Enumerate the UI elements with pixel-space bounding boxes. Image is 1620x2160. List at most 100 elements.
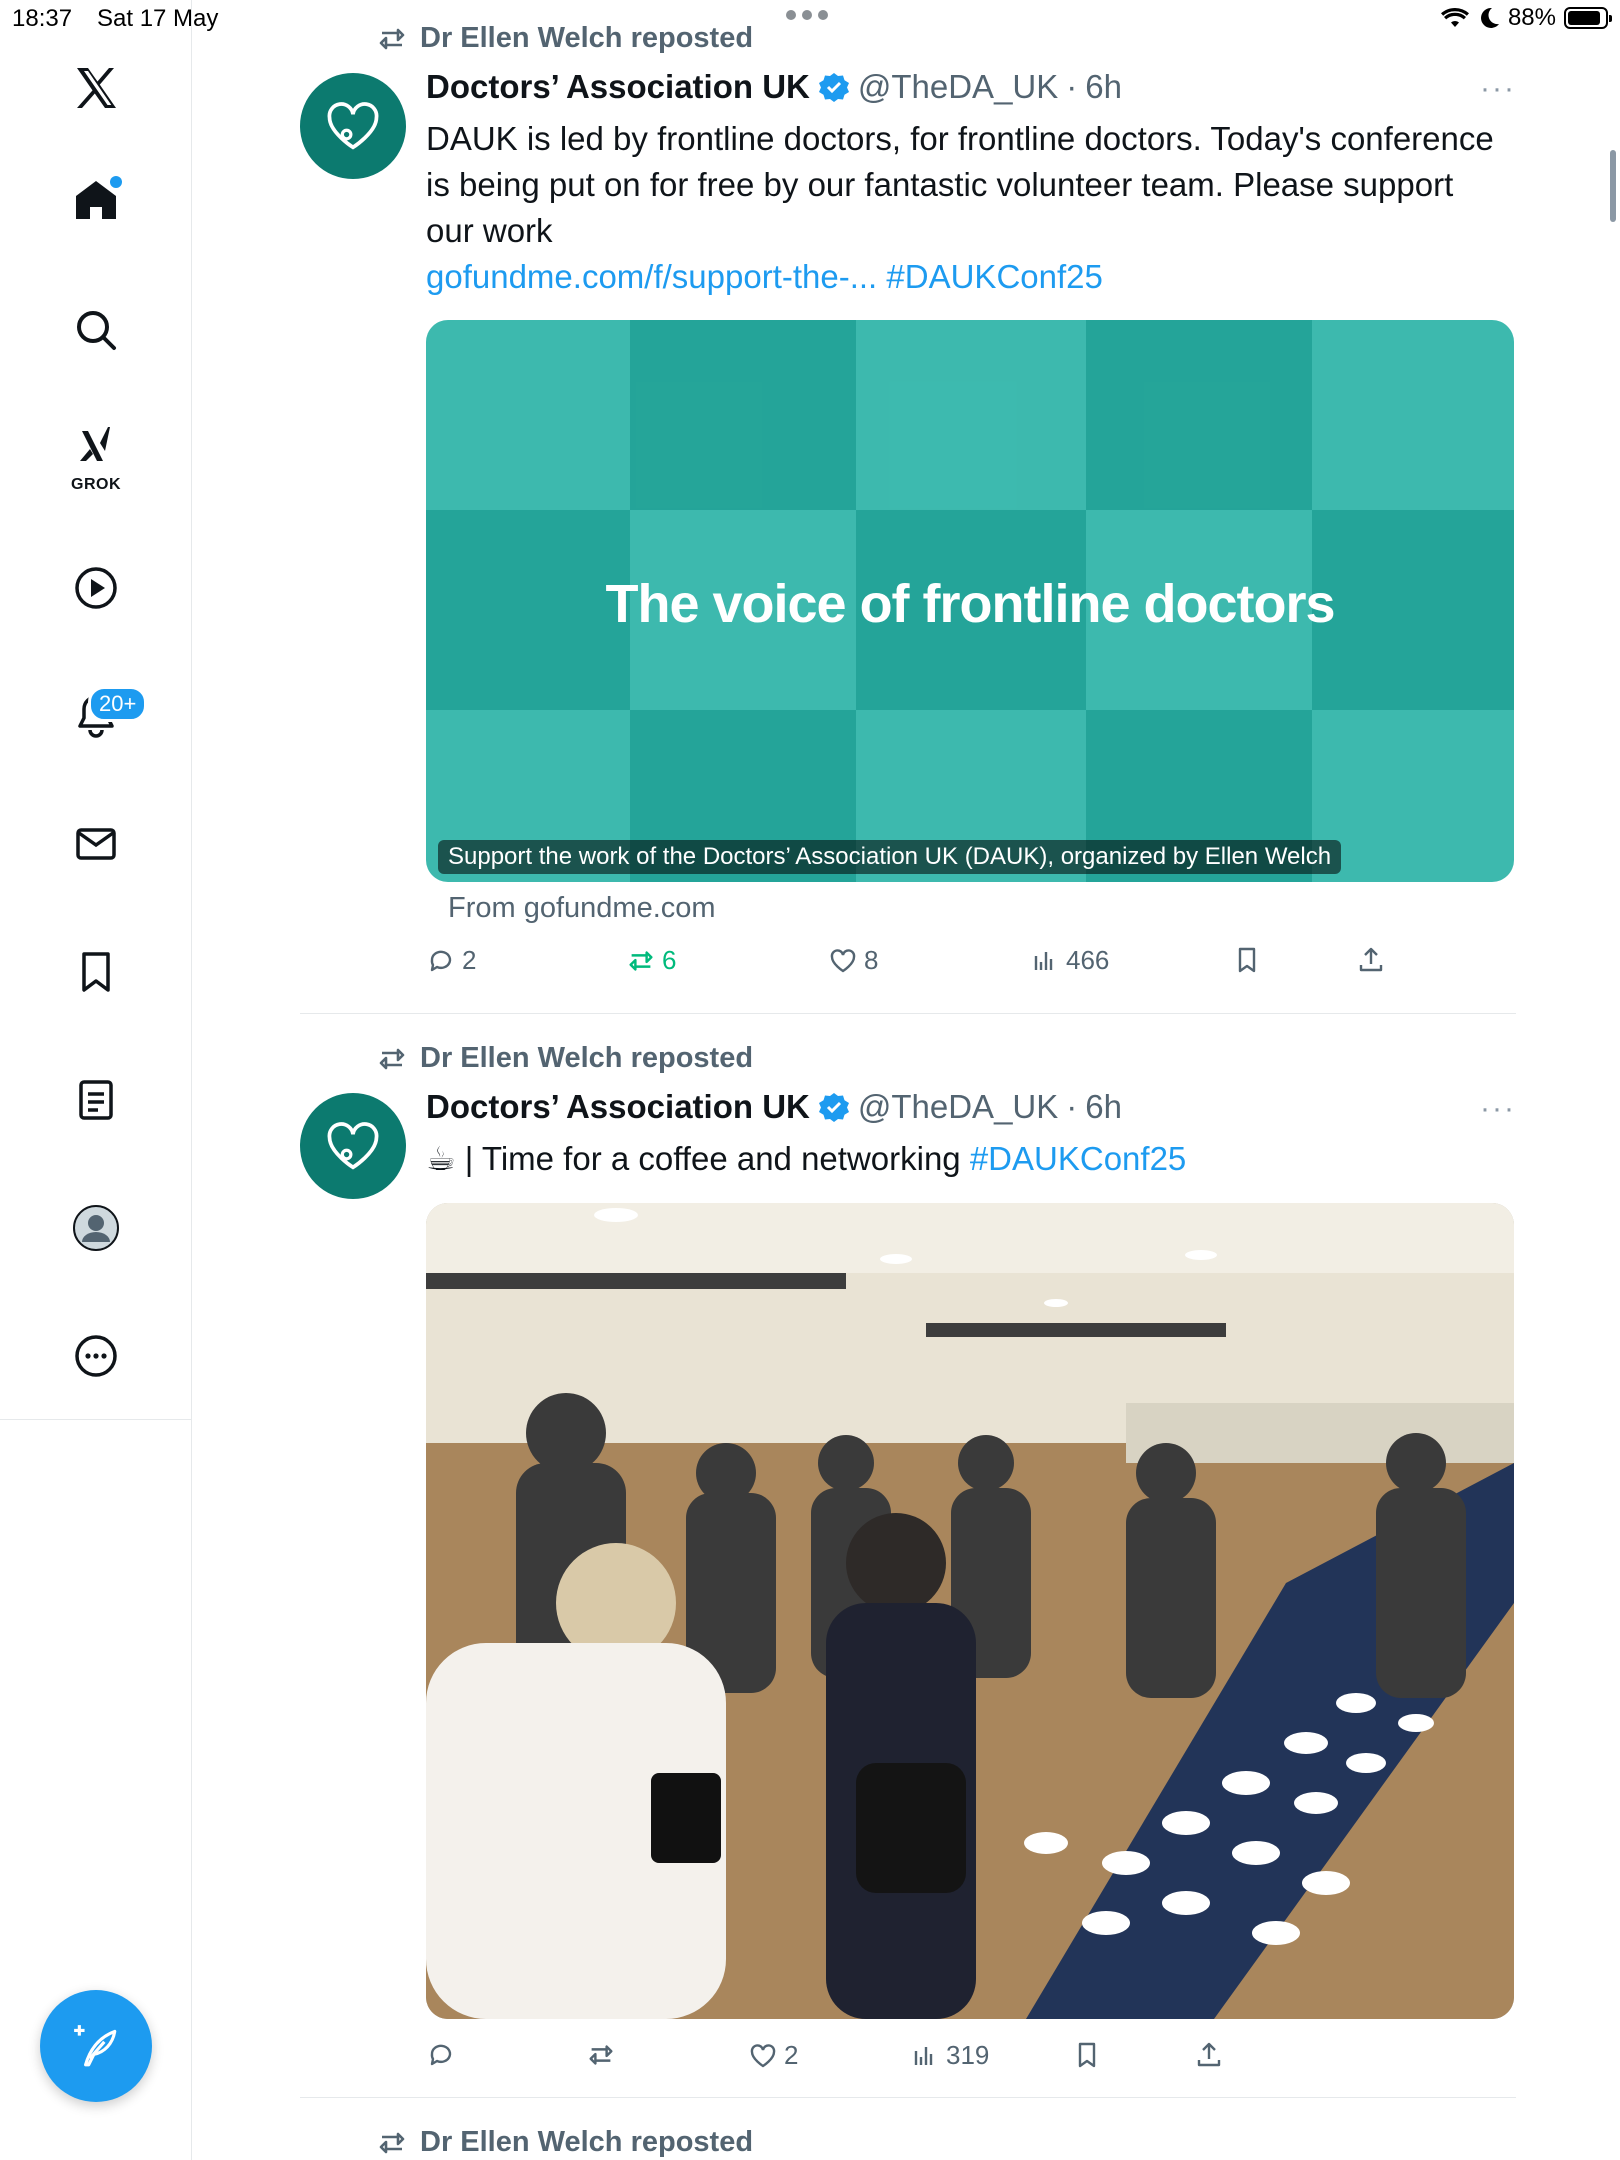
author-handle[interactable]: @TheDA_UK bbox=[858, 1088, 1058, 1126]
repost-label: Dr Ellen Welch reposted bbox=[420, 1042, 754, 1074]
search-icon bbox=[77, 311, 116, 350]
tweet-body: ☕ | Time for a coffee and networking bbox=[426, 1140, 961, 1177]
coffee-networking-photo bbox=[426, 1203, 1514, 2019]
post-divider bbox=[300, 1013, 1516, 1014]
card-source[interactable]: From gofundme.com bbox=[448, 892, 716, 925]
post-time[interactable]: 6h bbox=[1085, 68, 1122, 106]
link-card[interactable]: The voice of frontline doctors Support t… bbox=[426, 320, 1514, 882]
sidebar-item-search[interactable] bbox=[52, 286, 140, 374]
share-icon bbox=[1359, 947, 1383, 972]
sidebar-item-more[interactable] bbox=[52, 1312, 140, 1400]
dot-separator: · bbox=[1066, 1088, 1078, 1125]
repost-label: Dr Ellen Welch reposted bbox=[420, 2126, 754, 2158]
author-avatar[interactable] bbox=[300, 1093, 406, 1199]
bookmark-button[interactable] bbox=[1232, 945, 1262, 975]
sidebar-item-video[interactable] bbox=[52, 544, 140, 632]
like-button[interactable]: 2 bbox=[748, 2040, 798, 2071]
views-bar-chart-icon bbox=[914, 2046, 933, 2065]
views-bar-chart-icon bbox=[1034, 951, 1053, 970]
tweet-link[interactable]: gofundme.com/f/support-the-... bbox=[426, 258, 877, 295]
repost-context[interactable]: Dr Ellen Welch reposted bbox=[376, 22, 753, 55]
repost-icon bbox=[629, 950, 653, 971]
status-indicators: 88% bbox=[1440, 4, 1612, 32]
compose-feather-icon bbox=[74, 2025, 117, 2067]
post-divider bbox=[300, 2097, 1516, 2098]
sidebar-item-lists[interactable] bbox=[52, 1056, 140, 1144]
tweet-actions: 2 6 8 466 bbox=[426, 945, 1426, 985]
dot-separator: · bbox=[1066, 68, 1078, 105]
sidebar-item-bookmarks[interactable] bbox=[52, 928, 140, 1016]
reply-icon bbox=[430, 950, 452, 971]
heart-icon bbox=[830, 948, 856, 972]
more-circle-icon bbox=[75, 1335, 117, 1377]
tweet-body: DAUK is led by frontline doctors, for fr… bbox=[426, 120, 1494, 249]
profile-avatar-icon bbox=[73, 1205, 119, 1251]
repost-icon bbox=[379, 1048, 405, 1069]
card-caption: Support the work of the Doctors’ Associa… bbox=[438, 840, 1342, 874]
tweet-hashtag[interactable]: #DAUKConf25 bbox=[970, 1140, 1186, 1177]
repost-label: Dr Ellen Welch reposted bbox=[420, 22, 754, 54]
share-button[interactable] bbox=[1356, 945, 1386, 975]
wifi-icon bbox=[1440, 7, 1469, 27]
share-button[interactable] bbox=[1194, 2040, 1224, 2070]
repost-icon bbox=[589, 2045, 613, 2065]
compose-post-button[interactable] bbox=[40, 1990, 152, 2102]
author-name[interactable]: Doctors’ Association UK bbox=[426, 68, 810, 106]
tweet-photo[interactable] bbox=[426, 1203, 1514, 2019]
heart-icon bbox=[750, 2043, 776, 2067]
tweet-text: ☕ | Time for a coffee and networking #DA… bbox=[426, 1136, 1506, 1182]
x-logo-icon[interactable] bbox=[52, 44, 140, 132]
views-button[interactable]: 466 bbox=[1030, 945, 1109, 976]
heart-stethoscope-logo-icon bbox=[327, 1122, 379, 1170]
sidebar-item-grok[interactable]: GROK bbox=[52, 410, 140, 498]
bookmark-button[interactable] bbox=[1072, 2040, 1102, 2070]
scrollbar[interactable] bbox=[1610, 150, 1616, 222]
repost-context[interactable]: Dr Ellen Welch reposted bbox=[376, 2126, 753, 2159]
mail-icon bbox=[76, 828, 116, 860]
author-avatar[interactable] bbox=[300, 73, 406, 179]
share-icon bbox=[1197, 2042, 1221, 2067]
repost-count: 6 bbox=[662, 945, 677, 975]
sidebar-item-messages[interactable] bbox=[52, 800, 140, 888]
author-name[interactable]: Doctors’ Association UK bbox=[426, 1088, 810, 1126]
sidebar-item-profile[interactable] bbox=[52, 1184, 140, 1272]
tweet-header: Doctors’ Association UK @TheDA_UK · 6h bbox=[426, 1088, 1122, 1126]
reply-count: 2 bbox=[462, 945, 477, 975]
battery-percent: 88% bbox=[1507, 4, 1556, 31]
bookmark-icon bbox=[1078, 2042, 1096, 2068]
status-bar: 18:37 Sat 17 May 88% bbox=[0, 0, 1620, 40]
bookmark-icon bbox=[1238, 947, 1256, 973]
list-icon bbox=[79, 1080, 113, 1120]
like-count: 8 bbox=[864, 945, 879, 975]
views-count: 319 bbox=[946, 2040, 990, 2070]
sidebar-item-home[interactable] bbox=[52, 156, 140, 244]
tweet-more-button[interactable]: ··· bbox=[1480, 1092, 1516, 1126]
reply-button[interactable] bbox=[426, 2040, 462, 2070]
tweet-more-button[interactable]: ··· bbox=[1480, 72, 1516, 106]
heart-stethoscope-logo-icon bbox=[327, 102, 379, 150]
sidebar-divider bbox=[0, 1419, 192, 1420]
tweet-hashtag[interactable]: #DAUKConf25 bbox=[886, 258, 1102, 295]
repost-button[interactable] bbox=[586, 2040, 622, 2070]
repost-context[interactable]: Dr Ellen Welch reposted bbox=[376, 1042, 753, 1075]
post-time[interactable]: 6h bbox=[1085, 1088, 1122, 1126]
battery-icon bbox=[1564, 7, 1612, 29]
card-image[interactable]: The voice of frontline doctors Support t… bbox=[426, 320, 1514, 882]
sidebar-nav: GROK 20+ bbox=[0, 0, 192, 2160]
repost-button[interactable]: 6 bbox=[626, 945, 676, 976]
home-unread-dot bbox=[110, 176, 122, 188]
author-handle[interactable]: @TheDA_UK bbox=[858, 68, 1058, 106]
notifications-badge: 20+ bbox=[88, 686, 148, 722]
verified-badge-icon bbox=[818, 1093, 849, 1122]
repost-icon bbox=[379, 2132, 405, 2153]
multitasking-dots-icon[interactable] bbox=[786, 10, 828, 20]
card-headline: The voice of frontline doctors bbox=[605, 574, 1335, 634]
like-count: 2 bbox=[784, 2040, 799, 2070]
views-button[interactable]: 319 bbox=[910, 2040, 989, 2071]
grok-label: GROK bbox=[71, 476, 121, 493]
like-button[interactable]: 8 bbox=[828, 945, 878, 976]
tweet-actions: 2 319 bbox=[426, 2040, 1426, 2080]
reply-button[interactable]: 2 bbox=[426, 945, 476, 976]
bookmark-icon bbox=[82, 952, 110, 992]
battery-fill bbox=[1568, 11, 1600, 25]
